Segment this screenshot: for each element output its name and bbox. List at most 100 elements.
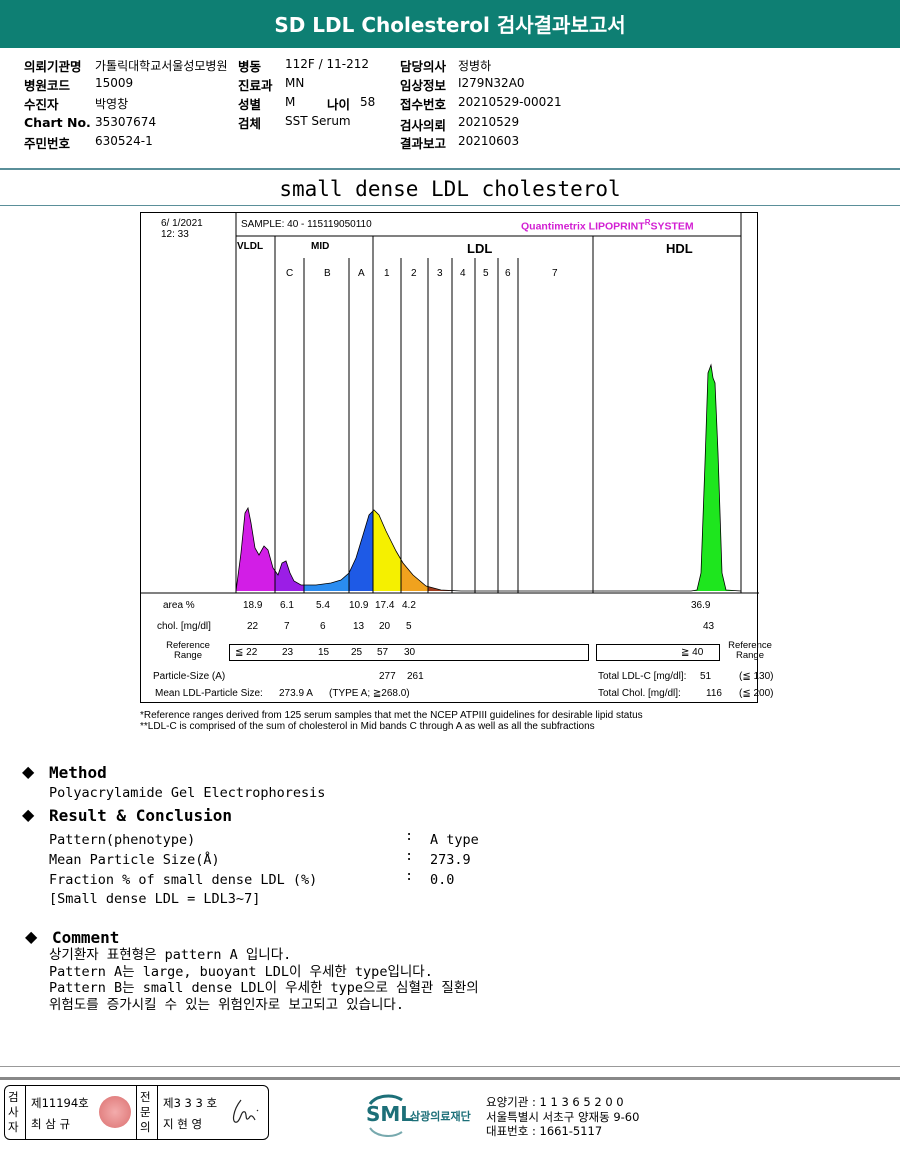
dept-label: 진료과: [238, 78, 273, 93]
sample-id: SAMPLE: 40 - 115119050110: [241, 219, 372, 230]
chol-value: 13: [353, 621, 365, 632]
receipt-value: 20210529-00021: [458, 95, 562, 109]
chart-value: 35307674: [95, 115, 157, 129]
age-label: 나이: [327, 97, 351, 112]
area-value: 6.1: [280, 600, 294, 611]
age-value: 58: [360, 95, 376, 109]
id-label: 주민번호: [24, 136, 71, 151]
area-label: area %: [163, 600, 195, 611]
band-fill-hdl: [681, 365, 741, 591]
result-value: 0.0: [430, 872, 455, 888]
comment-line: Pattern B는 small dense LDL이 우세한 type으로 심…: [49, 980, 479, 996]
hdl-chol-value: 43: [703, 621, 715, 632]
dept-value: MN: [285, 76, 305, 90]
reference-value: ≦ 22: [235, 647, 258, 658]
examiner-number: 제11194호: [31, 1096, 89, 1110]
reference-value: 15: [318, 647, 330, 658]
report-label: 결과보고: [400, 136, 447, 151]
divider: [0, 1066, 900, 1067]
signature-box: 검사자 제11194호 최 삼 규 전문의 제3 3 3 호 지 현 영: [4, 1085, 269, 1140]
doctor-label: 담당의사: [400, 59, 447, 74]
reference-label-right: Reference Range: [728, 640, 772, 661]
total-ldl-label: Total LDL-C [mg/dl]:: [598, 671, 687, 682]
band-label: 5: [483, 268, 489, 279]
seal-stamp: [99, 1096, 131, 1128]
band-fill-3: [452, 365, 601, 591]
particle-label: Particle-Size (A): [153, 671, 226, 682]
clinical-label: 임상정보: [400, 78, 447, 93]
total-chol-value: 116: [706, 688, 722, 699]
area-value: 10.9: [349, 600, 369, 611]
lipoprint-logo: Quantimetrix LIPOPRINTRSYSTEM: [521, 218, 694, 233]
examiner-name: 최 삼 규: [31, 1117, 71, 1131]
chol-value: 5: [406, 621, 412, 632]
band-label: A: [358, 268, 365, 279]
name-label: 수진자: [24, 97, 59, 112]
diamond-bullet-icon: ◆: [22, 805, 35, 824]
method-text: Polyacrylamide Gel Electrophoresis: [49, 785, 326, 801]
sex-label: 성별: [238, 97, 262, 112]
group-label-hdl: HDL: [666, 241, 693, 256]
name-value: 박영창: [95, 97, 129, 111]
ward-label: 병동: [238, 59, 262, 74]
particle-value: 261: [407, 671, 424, 682]
total-chol-label: Total Chol. [mg/dl]:: [598, 688, 681, 699]
group-label-mid: MID: [311, 241, 330, 252]
divider: [25, 1086, 26, 1139]
report-value: 20210603: [458, 134, 520, 148]
reference-value: 23: [282, 647, 294, 658]
hospital-value: 가톨릭대학교서울성모병원: [95, 59, 228, 73]
specimen-value: SST Serum: [285, 114, 351, 128]
band-label: 3: [437, 268, 443, 279]
colon: :: [405, 868, 414, 884]
org-name: 삼광의료재단: [410, 1110, 471, 1123]
code-label: 병원코드: [24, 78, 71, 93]
colon: :: [405, 828, 414, 844]
band-label: 6: [505, 268, 511, 279]
group-label-ldl: LDL: [467, 241, 493, 256]
result-label: Pattern(phenotype): [49, 832, 196, 848]
result-heading: Result & Conclusion: [49, 806, 233, 825]
result-note: [Small dense LDL = LDL3~7]: [49, 891, 261, 907]
chol-label: chol. [mg/dl]: [157, 621, 211, 632]
band-label: 2: [411, 268, 417, 279]
section-title: small dense LDL cholesterol: [279, 177, 621, 201]
reference-value: 25: [351, 647, 363, 658]
total-ldl-ref: (≦ 130): [739, 671, 774, 682]
specimen-label: 검체: [238, 116, 262, 131]
clinical-value: I279N32A0: [458, 76, 525, 90]
hdl-reference-value: ≧ 40: [681, 647, 704, 658]
divider: [0, 205, 900, 206]
receipt-label: 접수번호: [400, 97, 447, 112]
chol-value: 20: [379, 621, 391, 632]
chol-value: 6: [320, 621, 326, 632]
specialist-label: 전문의: [140, 1090, 151, 1134]
chart-label: Chart No.: [24, 115, 91, 130]
total-ldl-value: 51: [700, 671, 712, 682]
sex-value: M: [285, 95, 296, 109]
phone: 대표번호 : 1661-5117: [486, 1124, 603, 1138]
run-time: 12: 33: [161, 229, 189, 240]
reference-value: 57: [377, 647, 389, 658]
institution-number: 요양기관 : 1 1 3 6 5 2 0 0: [486, 1095, 624, 1109]
mean-value: 273.9 A: [279, 688, 313, 699]
divider: [157, 1086, 158, 1139]
hospital-label: 의뢰기관명: [24, 59, 82, 74]
logo-text: SML: [366, 1102, 414, 1126]
hdl-area-value: 36.9: [691, 600, 711, 611]
specialist-number: 제3 3 3 호: [163, 1096, 218, 1110]
request-value: 20210529: [458, 115, 520, 129]
diamond-bullet-icon: ◆: [22, 762, 35, 781]
band-label: B: [324, 268, 331, 279]
divider: [136, 1086, 137, 1139]
group-label-vldl: VLDL: [237, 241, 264, 252]
band-fill-vldl: [236, 365, 275, 591]
chol-value: 22: [247, 621, 259, 632]
area-value: 18.9: [243, 600, 263, 611]
footnote-1: *Reference ranges derived from 125 serum…: [140, 710, 643, 721]
band-label: 7: [552, 268, 558, 279]
comment-heading: Comment: [52, 928, 120, 947]
chol-value: 7: [284, 621, 290, 632]
diamond-bullet-icon: ◆: [25, 927, 38, 946]
ward-value: 112F / 11-212: [285, 57, 369, 71]
